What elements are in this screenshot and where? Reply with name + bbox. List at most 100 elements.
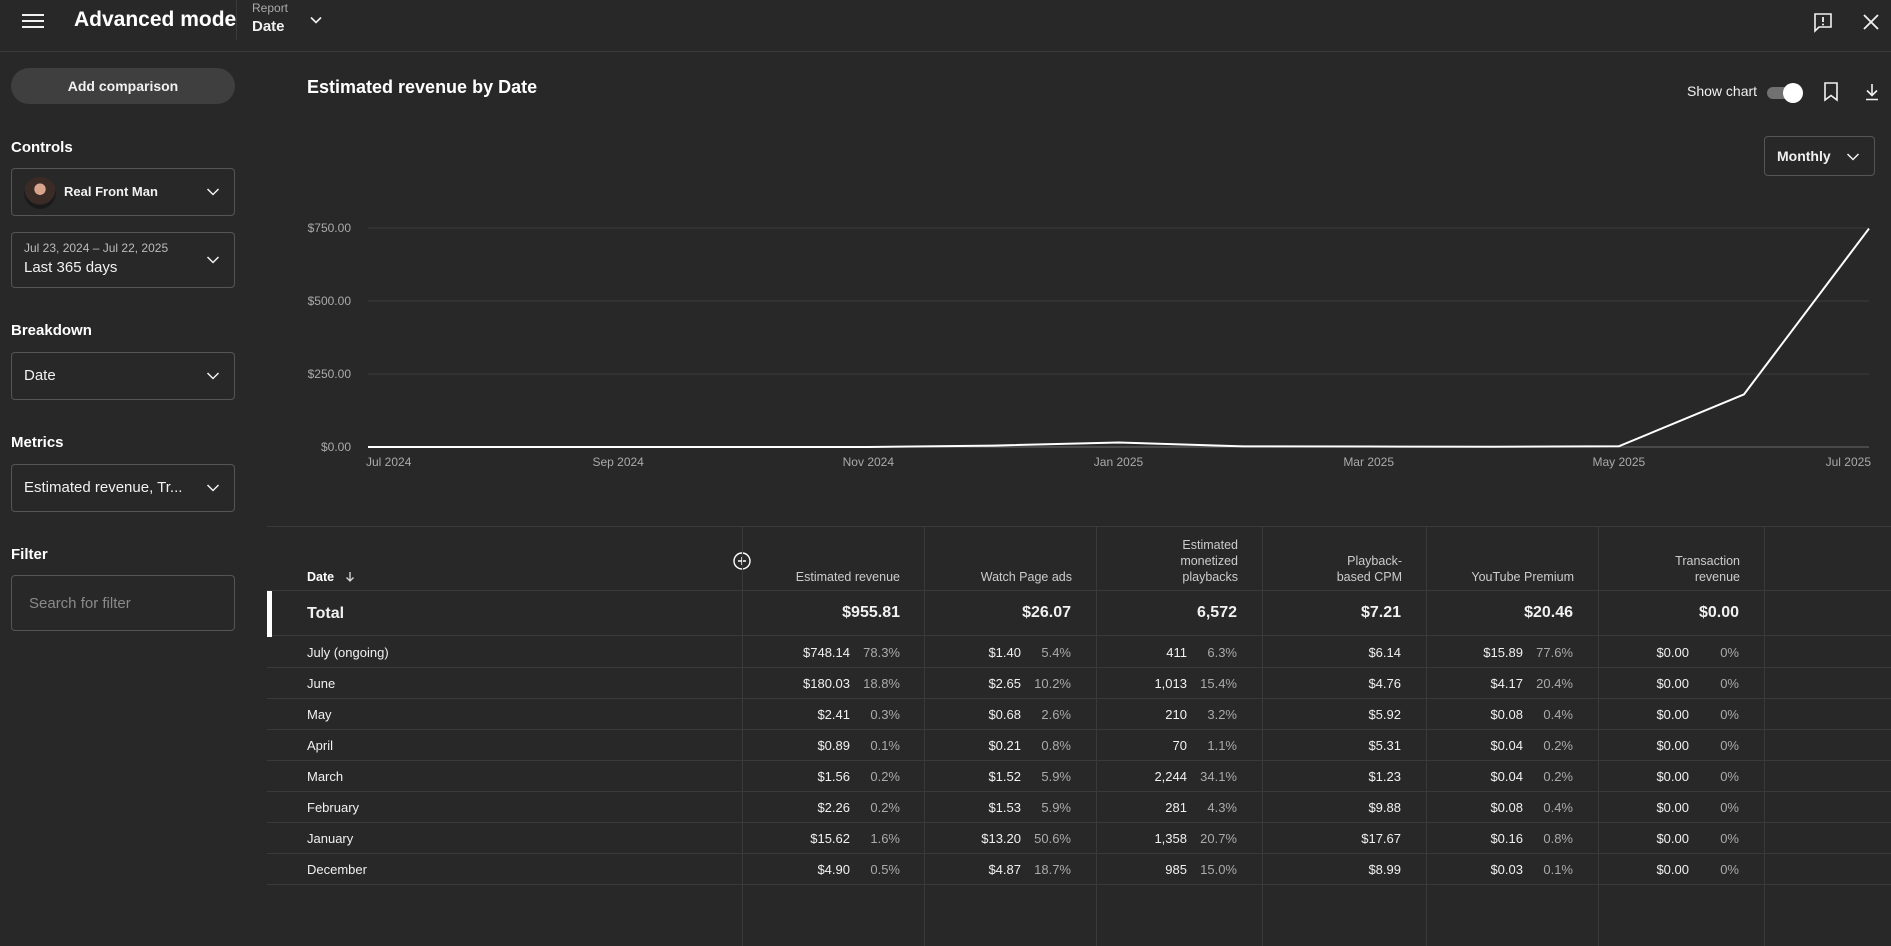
row-percent: 0.3% [870, 707, 900, 722]
date-header-label: Date [307, 570, 335, 584]
date-range-selector[interactable]: Jul 23, 2024 – Jul 22, 2025 Last 365 day… [11, 232, 235, 288]
row-percent: 0.4% [1543, 707, 1573, 722]
row-value: $0.00 [1656, 738, 1689, 753]
y-tick-label: $750.00 [308, 221, 352, 235]
menu-icon[interactable] [22, 10, 44, 32]
column-header[interactable]: Watch Page ads [924, 527, 1096, 591]
row-percent: 1.1% [1207, 738, 1237, 753]
y-tick-label: $0.00 [321, 440, 351, 454]
page-title: Advanced mode [74, 8, 237, 31]
table-row[interactable]: June 18.8% $180.03 10.2% $2.65 15.4% 1,013 $4.7… [267, 668, 1891, 699]
column-header-label: Estimated monetized playbacks [1180, 538, 1238, 584]
interval-selector[interactable]: Monthly [1764, 136, 1875, 176]
column-divider [1764, 526, 1765, 946]
row-percent: 0.1% [870, 738, 900, 753]
total-label: Total [307, 605, 345, 622]
row-value: $2.65 [988, 676, 1021, 691]
close-icon[interactable] [1860, 11, 1882, 33]
row-value: 281 [1165, 800, 1187, 815]
total-value: $955.81 [842, 604, 900, 621]
row-percent: 18.8% [863, 676, 900, 691]
column-divider [924, 526, 925, 946]
row-date: March [307, 769, 344, 784]
total-value: 6,572 [1196, 604, 1237, 621]
row-percent: 50.6% [1034, 831, 1071, 846]
row-value: 985 [1165, 862, 1187, 877]
row-percent: 0.1% [1543, 862, 1573, 877]
row-percent: 78.3% [863, 645, 900, 660]
metrics-selector[interactable]: Estimated revenue, Tr... [11, 464, 235, 512]
table-row[interactable]: July (ongoing) 78.3% $748.14 5.4% $1.40 6.3% 4… [267, 637, 1891, 668]
table-row[interactable]: May 0.3% $2.41 2.6% $0.68 3.2% 210 $5.92 0.4% $0.… [267, 699, 1891, 730]
row-percent: 0.5% [870, 862, 900, 877]
column-divider [1598, 526, 1599, 946]
row-value: $13.20 [981, 831, 1021, 846]
row-value: $1.40 [988, 645, 1021, 660]
download-icon[interactable] [1863, 81, 1881, 103]
series-line[interactable] [368, 227, 1870, 448]
row-percent: 0.8% [1041, 738, 1071, 753]
revenue-line-chart: $750.00 $500.00 $250.00 $0.00 Jul 2024 Sep 20… [308, 221, 1872, 469]
date-column-header[interactable]: Date [307, 527, 457, 591]
row-value: $4.76 [1368, 676, 1401, 691]
row-value: $0.04 [1490, 769, 1523, 784]
table-row[interactable]: February 0.2% $2.26 5.9% $1.53 4.3% 281 $9.88 0.… [267, 792, 1891, 823]
channel-selector[interactable]: Real Front Man [11, 168, 235, 216]
total-indicator [267, 591, 272, 637]
table-row[interactable]: January 1.6% $15.62 50.6% $13.20 20.7% 1,358 $1… [267, 823, 1891, 854]
row-value: $0.16 [1490, 831, 1523, 846]
column-header[interactable]: Playback-based CPM [1262, 527, 1426, 591]
table-row[interactable]: March 0.2% $1.56 5.9% $1.52 34.1% 2,244 $1.23 0.… [267, 761, 1891, 792]
row-value: $0.89 [817, 738, 850, 753]
report-selector[interactable]: Date [252, 18, 285, 35]
row-value: $0.08 [1490, 800, 1523, 815]
row-value: $748.14 [803, 645, 850, 660]
x-tick-label: Nov 2024 [843, 455, 895, 469]
row-date: February [307, 800, 360, 815]
column-header[interactable]: YouTube Premium [1426, 527, 1598, 591]
column-header-label: Estimated revenue [795, 570, 900, 584]
row-percent: 0% [1720, 862, 1739, 877]
filter-search-input[interactable] [11, 575, 235, 631]
row-percent: 3.2% [1207, 707, 1237, 722]
row-value: $0.00 [1656, 769, 1689, 784]
row-percent: 34.1% [1200, 769, 1237, 784]
bookmark-icon[interactable] [1822, 81, 1840, 103]
row-percent: 2.6% [1041, 707, 1071, 722]
column-header-label: Playback-based CPM [1336, 554, 1402, 584]
breakdown-selector[interactable]: Date [11, 352, 235, 400]
column-header[interactable]: Estimated revenue [742, 527, 924, 591]
chevron-down-icon [206, 484, 220, 492]
date-range-main: Last 365 days [24, 259, 118, 276]
row-percent: 6.3% [1207, 645, 1237, 660]
sidebar: Add comparison Controls Real Front Man J… [0, 52, 245, 894]
x-tick-label: Jul 2024 [366, 455, 412, 469]
show-chart-toggle[interactable] [1765, 82, 1803, 103]
row-percent: 0% [1720, 800, 1739, 815]
row-date: April [307, 738, 334, 753]
row-value: 1,358 [1154, 831, 1187, 846]
table-row[interactable]: December 0.5% $4.90 18.7% $4.87 15.0% 985 $8.99… [267, 854, 1891, 885]
add-comparison-button[interactable]: Add comparison [11, 68, 235, 104]
row-value: $0.00 [1656, 676, 1689, 691]
table-header: Date Estimated revenue Watch Page ads Esti… [267, 526, 1891, 590]
chevron-down-icon [206, 372, 220, 380]
column-divider [1426, 526, 1427, 946]
chevron-down-icon[interactable] [308, 12, 324, 28]
row-value: $2.26 [817, 800, 850, 815]
column-divider [1262, 526, 1263, 946]
row-percent: 5.9% [1041, 769, 1071, 784]
row-date: May [307, 707, 332, 722]
show-chart-label: Show chart [1687, 83, 1758, 99]
column-header-label: YouTube Premium [1471, 570, 1574, 584]
table-row[interactable]: April 0.1% $0.89 0.8% $0.21 1.1% 70 $5.31 0.2% $0… [267, 730, 1891, 761]
column-header[interactable]: Transaction revenue [1598, 527, 1764, 591]
metrics-value: Estimated revenue, Tr... [24, 479, 183, 496]
row-value: $0.00 [1656, 862, 1689, 877]
feedback-icon[interactable] [1812, 11, 1834, 33]
interval-value: Monthly [1777, 148, 1831, 164]
row-value: $1.52 [988, 769, 1021, 784]
column-header[interactable]: Estimated monetized playbacks [1096, 527, 1262, 591]
row-date: December [307, 862, 367, 877]
row-value: $6.14 [1368, 645, 1401, 660]
